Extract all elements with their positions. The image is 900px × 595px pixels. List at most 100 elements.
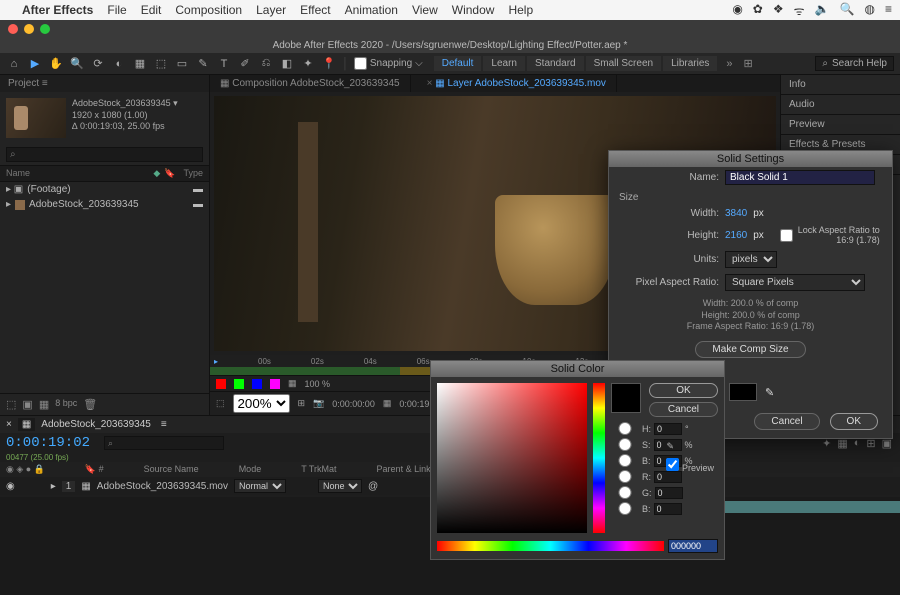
cc-icon[interactable]: ◉	[732, 2, 742, 19]
workspace-default[interactable]: Default	[434, 56, 482, 71]
rotate-tool-icon[interactable]: ◐	[111, 56, 127, 72]
hand-tool-icon[interactable]: ✋	[48, 56, 64, 72]
panel-preview[interactable]: Preview	[781, 115, 900, 135]
b-radio[interactable]	[611, 454, 639, 467]
home-icon[interactable]: ⌂	[6, 56, 22, 72]
current-timecode[interactable]: 0:00:19:02	[0, 433, 96, 453]
project-search-input[interactable]	[6, 147, 203, 162]
bl-radio[interactable]	[611, 502, 639, 515]
new-folder-icon[interactable]: ▣	[22, 398, 32, 411]
new-comp-icon[interactable]: ▦	[39, 398, 49, 411]
project-row-comp[interactable]: ▸AdobeStock_203639345▬	[0, 197, 209, 212]
pan-behind-tool-icon[interactable]: ⬚	[153, 56, 169, 72]
bpc-toggle[interactable]: 8 bpc	[55, 398, 77, 411]
siri-icon[interactable]: ◍	[865, 2, 875, 19]
menu-file[interactable]: File	[107, 3, 126, 17]
shape-tool-icon[interactable]: ▭	[174, 56, 190, 72]
close-window-icon[interactable]	[8, 24, 18, 34]
width-value[interactable]: 3840	[725, 208, 747, 219]
menu-help[interactable]: Help	[508, 3, 533, 17]
search-help[interactable]: ⌕ Search Help	[815, 56, 894, 71]
blend-mode-select[interactable]: Normal	[234, 479, 286, 493]
magnify-icon[interactable]: ⬚	[216, 398, 225, 409]
volume-icon[interactable]: 🔈	[815, 2, 830, 19]
interpret-icon[interactable]: ⬚	[6, 398, 16, 411]
spectrum-bar[interactable]	[437, 541, 664, 551]
camera-tool-icon[interactable]: ▦	[132, 56, 148, 72]
visibility-icon[interactable]: ◉	[6, 481, 15, 492]
panel-menu-icon[interactable]: ⊞	[744, 57, 753, 70]
workspace-standard[interactable]: Standard	[527, 56, 584, 71]
selection-tool-icon[interactable]: ▶	[27, 56, 43, 72]
panel-audio[interactable]: Audio	[781, 95, 900, 115]
asset-thumbnail[interactable]	[6, 98, 66, 138]
orbit-tool-icon[interactable]: ⟳	[90, 56, 106, 72]
menu-layer[interactable]: Layer	[256, 3, 286, 17]
magenta-swatch-icon[interactable]	[270, 379, 280, 389]
snapping-toggle[interactable]: Snapping ⌵	[354, 57, 423, 70]
parent-pickwhip-icon[interactable]: @	[368, 481, 378, 492]
puppet-tool-icon[interactable]: 📍	[321, 56, 337, 72]
h-radio[interactable]	[611, 422, 639, 435]
close-tab-icon[interactable]: ×	[6, 419, 12, 430]
text-tool-icon[interactable]: T	[216, 56, 232, 72]
panel-info[interactable]: Info	[781, 75, 900, 95]
clone-tool-icon[interactable]: ⎌	[258, 56, 274, 72]
s-radio[interactable]	[611, 438, 639, 451]
hue-slider[interactable]	[593, 383, 605, 533]
snapshot-icon[interactable]: 📷	[313, 398, 324, 409]
lock-aspect-checkbox[interactable]: Lock Aspect Ratio to 16:9 (1.78)	[780, 225, 880, 245]
workspace-overflow-icon[interactable]: »	[726, 58, 732, 70]
menu-view[interactable]: View	[412, 3, 438, 17]
ok-button[interactable]: OK	[830, 413, 878, 430]
menu-composition[interactable]: Composition	[175, 3, 242, 17]
workspace-small[interactable]: Small Screen	[586, 56, 661, 71]
close-tab-icon[interactable]: ×	[427, 78, 433, 89]
viewer-tab-comp[interactable]: ▦ Composition AdobeStock_203639345	[210, 75, 411, 92]
hex-input[interactable]	[668, 539, 718, 553]
viewer-tab-layer[interactable]: × ▦ Layer AdobeStock_203639345.mov	[411, 75, 617, 92]
project-tab[interactable]: Project ≡	[0, 75, 209, 92]
saturation-value-field[interactable]	[437, 383, 587, 533]
roto-tool-icon[interactable]: ✦	[300, 56, 316, 72]
height-value[interactable]: 2160	[725, 230, 747, 241]
alpha-icon[interactable]: ▦	[288, 378, 297, 389]
par-select[interactable]: Square Pixels	[725, 274, 865, 291]
notification-icon[interactable]: ≡	[885, 2, 892, 19]
dropbox-icon[interactable]: ❖	[773, 2, 784, 19]
tag-icon[interactable]: 🔖	[164, 168, 175, 179]
eyedropper-icon[interactable]: ✎	[765, 386, 774, 399]
menu-effect[interactable]: Effect	[300, 3, 330, 17]
green-swatch-icon[interactable]	[234, 379, 244, 389]
workspace-learn[interactable]: Learn	[483, 56, 525, 71]
eraser-tool-icon[interactable]: ◧	[279, 56, 295, 72]
project-row-footage[interactable]: ▸ ▣(Footage)▬	[0, 182, 209, 197]
minimize-window-icon[interactable]	[24, 24, 34, 34]
solid-name-input[interactable]	[725, 170, 875, 185]
timeline-comp-name[interactable]: AdobeStock_203639345	[41, 419, 151, 430]
picker-cancel-button[interactable]: Cancel	[649, 402, 718, 417]
blue-swatch-icon[interactable]	[252, 379, 262, 389]
units-select[interactable]: pixels	[725, 251, 777, 268]
app-name[interactable]: After Effects	[22, 3, 93, 17]
zoom-select[interactable]: 200%	[233, 394, 290, 413]
red-swatch-icon[interactable]	[216, 379, 226, 389]
cancel-button[interactable]: Cancel	[754, 413, 819, 430]
trkmat-select[interactable]: None	[318, 479, 362, 493]
color-swatch[interactable]	[729, 383, 757, 401]
make-comp-size-button[interactable]: Make Comp Size	[695, 341, 805, 358]
brush-tool-icon[interactable]: ✐	[237, 56, 253, 72]
sync-icon[interactable]: ✿	[753, 2, 763, 19]
workspace-libraries[interactable]: Libraries	[663, 56, 717, 71]
menu-edit[interactable]: Edit	[141, 3, 162, 17]
preview-checkbox[interactable]: Preview	[666, 463, 714, 473]
r-radio[interactable]	[611, 470, 639, 483]
menu-window[interactable]: Window	[452, 3, 495, 17]
g-radio[interactable]	[611, 486, 639, 499]
wifi-icon[interactable]: ᯤ	[794, 2, 805, 19]
picker-eyedropper-icon[interactable]: ✎	[666, 441, 714, 452]
spotlight-icon[interactable]: 🔍	[840, 2, 855, 19]
res-icon[interactable]: ⊞	[298, 398, 306, 409]
menu-animation[interactable]: Animation	[345, 3, 398, 17]
timeline-search-input[interactable]	[104, 436, 224, 450]
